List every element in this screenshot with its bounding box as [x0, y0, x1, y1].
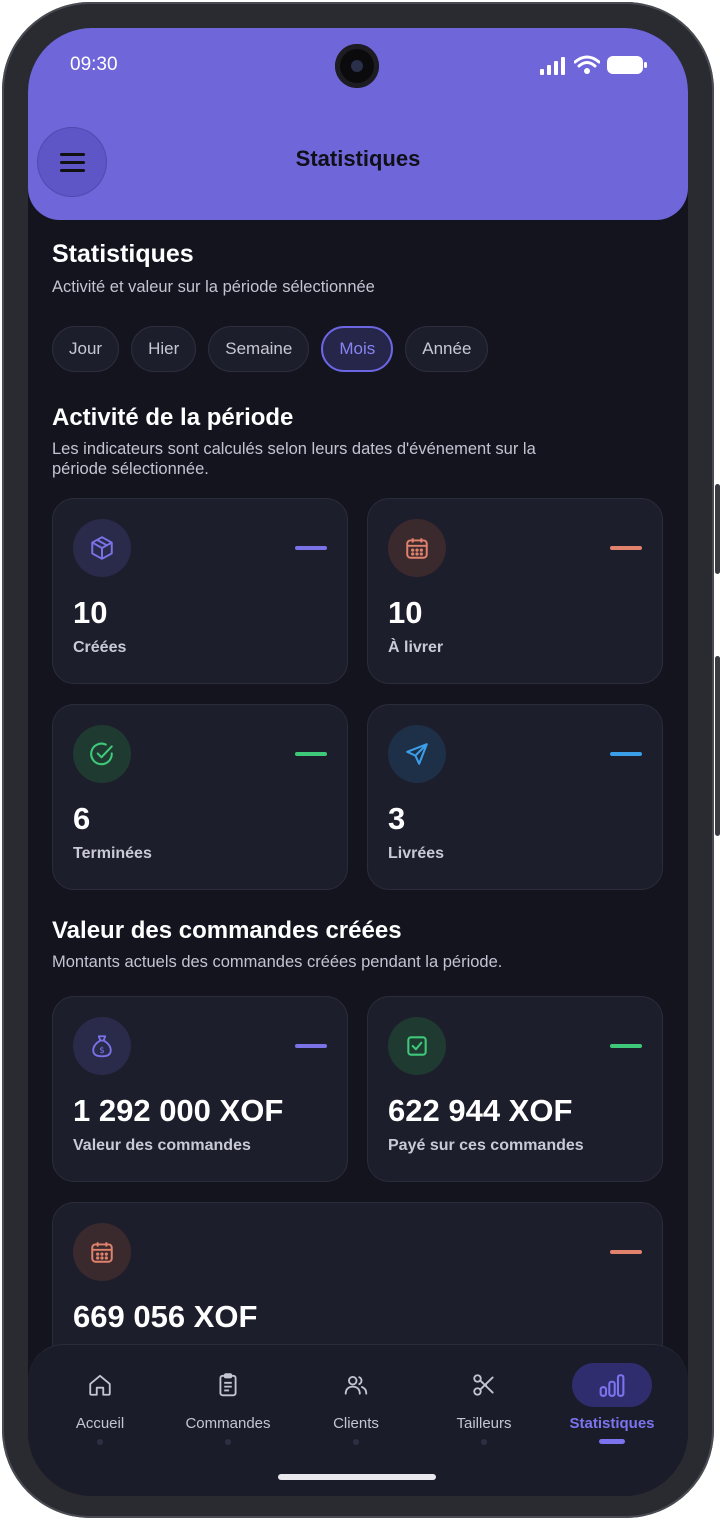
checkbox-icon: [407, 1036, 427, 1056]
stat-label: Livrées: [388, 845, 445, 862]
nav-item-commandes[interactable]: Commandes: [164, 1363, 292, 1453]
nav-item-clients[interactable]: Clients: [292, 1363, 420, 1453]
svg-text:$: $: [99, 1046, 105, 1056]
stat-label: Terminées: [73, 845, 152, 862]
accent-dash: [295, 752, 327, 756]
nav-icon-wrap: [572, 1363, 652, 1407]
status-icons: [540, 54, 650, 76]
header-title: Statistiques: [295, 146, 421, 171]
stat-label: Valeur des commandes: [73, 1137, 251, 1154]
calendar-icon: [406, 538, 428, 559]
nav-icon-wrap: [60, 1363, 140, 1407]
page-title: Statistiques: [52, 240, 194, 268]
stat-card-to-deliver[interactable]: 10 À livrer: [367, 498, 663, 684]
nav-item-accueil[interactable]: Accueil: [36, 1363, 164, 1453]
activity-description-line: période sélectionnée.: [52, 460, 209, 478]
stat-card-icon-bg: [388, 725, 446, 783]
value-card-orders[interactable]: $ 1 292 000 XOF Valeur des commandes: [52, 996, 348, 1182]
clipboard-icon: [219, 1373, 237, 1397]
stat-value: 6: [73, 801, 91, 836]
nav-label: Commandes: [185, 1415, 271, 1432]
value-card-paid[interactable]: 622 944 XOF Payé sur ces commandes: [367, 996, 663, 1182]
nav-dot: [481, 1439, 487, 1445]
order-value-description: Montants actuels des commandes créées pe…: [52, 953, 503, 971]
app-header: 09:30 Statistiques: [28, 28, 688, 220]
power-button: [715, 656, 720, 836]
users-icon: [344, 1375, 368, 1395]
nav-dot: [97, 1439, 103, 1445]
send-icon: [406, 743, 428, 765]
period-option-hier[interactable]: Hier: [131, 326, 197, 372]
stat-value: 622 944 XOF: [388, 1093, 573, 1128]
order-value-section-title: Valeur des commandes créées: [52, 917, 402, 944]
stat-card-icon-bg: [73, 519, 131, 577]
volume-button: [715, 484, 720, 574]
period-option-mois[interactable]: Mois: [321, 326, 394, 372]
status-time: 09:30: [70, 54, 118, 75]
stat-card-icon-bg: [388, 519, 446, 577]
stat-card-created[interactable]: 10 Créées: [52, 498, 348, 684]
activity-description-line: Les indicateurs sont calculés selon leur…: [52, 440, 536, 458]
stat-label: À livrer: [388, 639, 444, 656]
nav-dot: [225, 1439, 231, 1445]
nav-icon-wrap: [444, 1363, 524, 1407]
stat-label: Créées: [73, 639, 127, 656]
accent-dash: [610, 1044, 642, 1048]
wifi-icon: [574, 55, 600, 74]
stat-card-completed[interactable]: 6 Terminées: [52, 704, 348, 890]
nav-icon-wrap: [188, 1363, 268, 1407]
scissors-icon: [473, 1374, 494, 1396]
check-circle-icon: [90, 742, 113, 766]
stat-card-icon-bg: [73, 725, 131, 783]
period-option-semaine[interactable]: Semaine: [208, 326, 310, 372]
period-option-annee[interactable]: Année: [405, 326, 489, 372]
accent-dash: [610, 752, 642, 756]
activity-section-title: Activité de la période: [52, 404, 294, 431]
stat-label: Payé sur ces commandes: [388, 1137, 584, 1154]
period-option-jour[interactable]: Jour: [52, 326, 120, 372]
stat-card-icon-bg: [73, 1223, 131, 1281]
stat-card-icon-bg: [388, 1017, 446, 1075]
stat-value: 10: [73, 595, 108, 630]
stat-card-delivered[interactable]: 3 Livrées: [367, 704, 663, 890]
stat-card-icon-bg: $: [73, 1017, 131, 1075]
accent-dash: [610, 1250, 642, 1254]
activity-description: Les indicateurs sont calculés selon leur…: [52, 439, 536, 479]
nav-label: Statistiques: [569, 1415, 655, 1432]
stat-value: 669 056 XOF: [73, 1299, 258, 1334]
accent-dash: [610, 546, 642, 550]
accent-dash: [295, 1044, 327, 1048]
period-filter: Jour Hier Semaine Mois Année: [52, 326, 489, 372]
home-icon: [89, 1374, 111, 1396]
money-bag-icon: $: [92, 1035, 112, 1058]
nav-label: Accueil: [75, 1415, 125, 1432]
nav-icon-wrap: [316, 1363, 396, 1407]
nav-label: Clients: [333, 1415, 379, 1432]
page-subtitle: Activité et valeur sur la période sélect…: [52, 278, 375, 296]
accent-dash: [295, 546, 327, 550]
home-indicator: [278, 1474, 436, 1480]
signal-icon: [540, 57, 565, 75]
camera-cutout: [335, 44, 379, 88]
stat-value: 10: [388, 595, 423, 630]
nav-label: Tailleurs: [456, 1415, 512, 1432]
active-indicator: [599, 1439, 625, 1444]
nav-item-tailleurs[interactable]: Tailleurs: [420, 1363, 548, 1453]
box-icon: [91, 536, 113, 560]
battery-icon: [607, 56, 647, 74]
screen: 09:30 Statistiques Statistiques Activité…: [28, 28, 688, 1496]
nav-dot: [353, 1439, 359, 1445]
stat-value: 1 292 000 XOF: [73, 1093, 284, 1128]
bar-chart-icon: [599, 1374, 625, 1397]
calendar-icon: [91, 1242, 113, 1263]
stat-value: 3: [388, 801, 406, 836]
nav-item-statistiques[interactable]: Statistiques: [548, 1363, 676, 1453]
